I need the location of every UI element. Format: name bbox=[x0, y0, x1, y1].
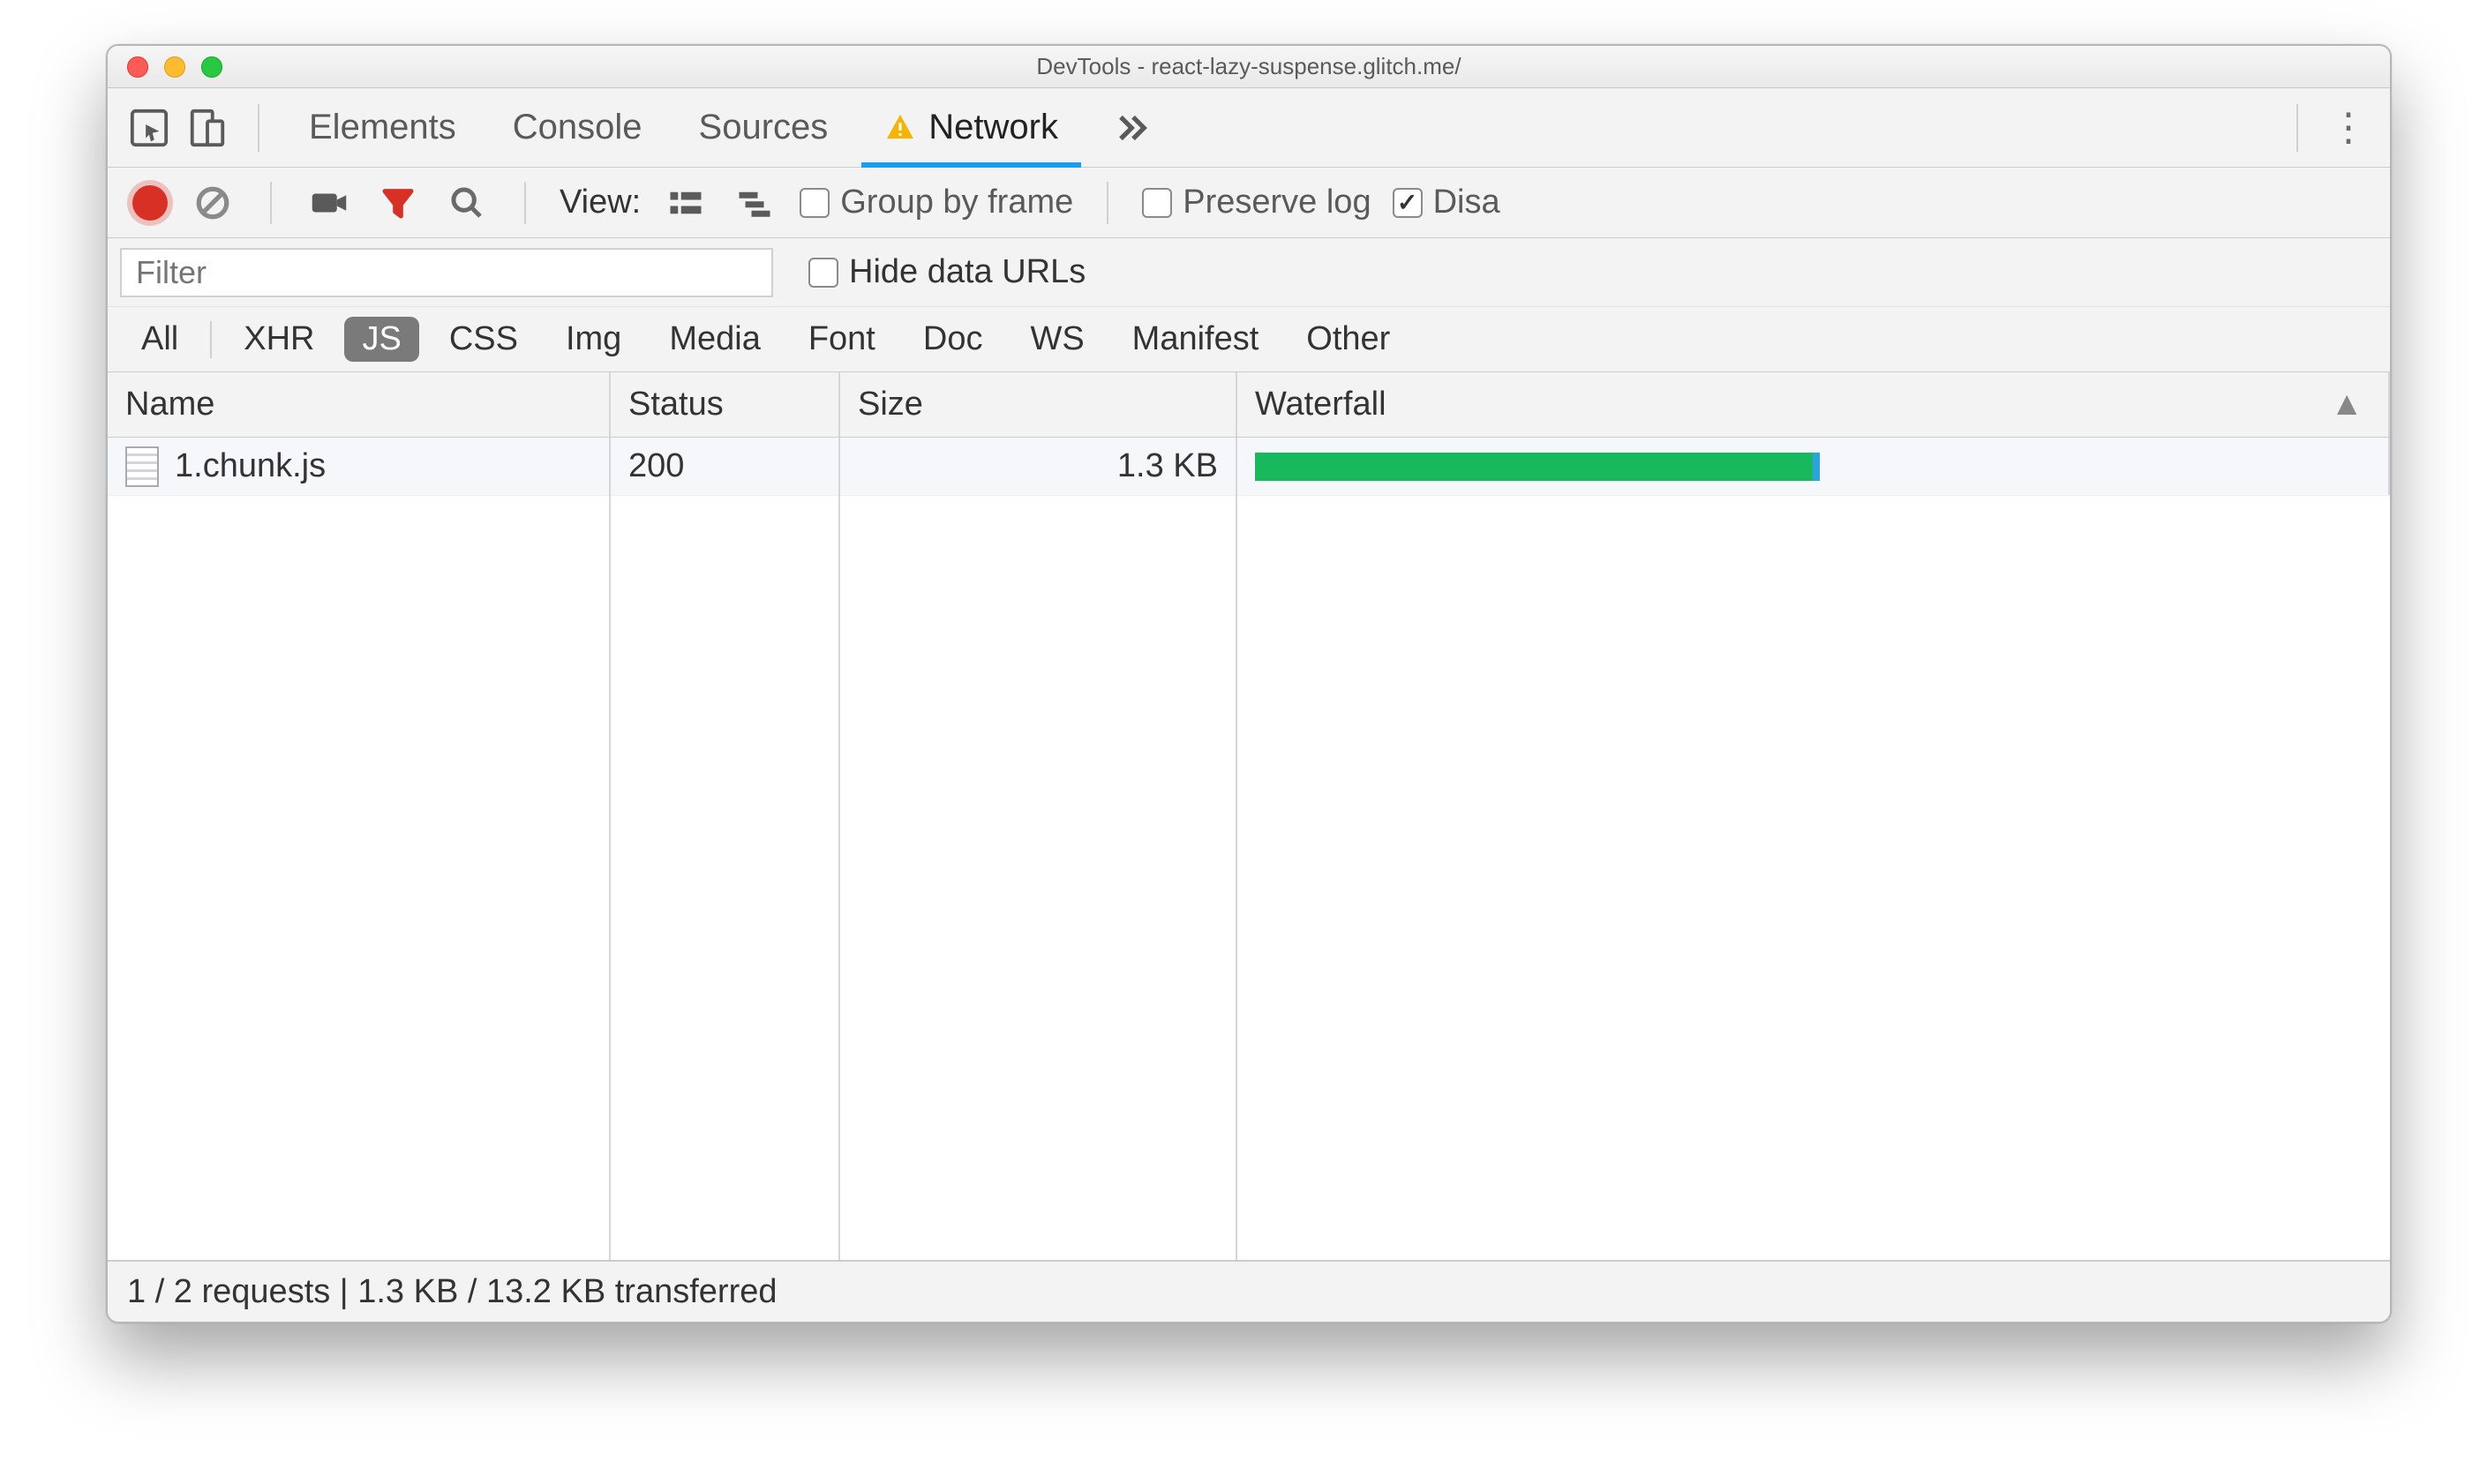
column-label: Size bbox=[858, 386, 923, 423]
group-by-frame-checkbox[interactable]: Group by frame bbox=[800, 184, 1073, 221]
checkbox-label: Hide data URLs bbox=[849, 253, 1086, 291]
large-rows-button[interactable] bbox=[662, 179, 710, 227]
type-filter-media[interactable]: Media bbox=[651, 317, 778, 362]
capture-screenshots-button[interactable] bbox=[305, 179, 353, 227]
search-button[interactable] bbox=[443, 179, 491, 227]
clear-button[interactable] bbox=[189, 179, 237, 227]
hide-data-urls-checkbox[interactable]: Hide data URLs bbox=[808, 253, 1086, 291]
separator bbox=[524, 182, 526, 224]
device-toggle-icon[interactable] bbox=[184, 104, 231, 152]
grid-lines bbox=[108, 438, 2390, 1260]
type-filter-css[interactable]: CSS bbox=[432, 317, 536, 362]
checkbox-label: Group by frame bbox=[840, 184, 1073, 221]
waterfall-bar bbox=[1255, 453, 1813, 481]
column-header-waterfall[interactable]: Waterfall ▲ bbox=[1237, 372, 2390, 437]
type-filter-row: All XHR JS CSS Img Media Font Doc WS Man… bbox=[108, 307, 2390, 372]
more-options-button[interactable]: ⋮ bbox=[2325, 104, 2372, 152]
column-label: Waterfall bbox=[1255, 386, 1386, 423]
cell-waterfall bbox=[1237, 438, 2390, 495]
tab-elements[interactable]: Elements bbox=[286, 88, 479, 167]
requests-table: Name Status Size Waterfall ▲ 1.chunk.js … bbox=[108, 372, 2390, 1260]
separator bbox=[1107, 182, 1108, 224]
chevron-double-right-icon bbox=[1115, 109, 1152, 146]
file-icon bbox=[125, 446, 159, 487]
tab-label: Sources bbox=[699, 108, 829, 147]
main-tabs-row: Elements Console Sources Network ⋮ bbox=[108, 88, 2390, 168]
funnel-icon bbox=[380, 185, 416, 221]
tabs-overflow-button[interactable] bbox=[1092, 88, 1175, 167]
tab-label: Elements bbox=[309, 108, 456, 147]
filter-toggle-button[interactable] bbox=[374, 179, 422, 227]
view-label: View: bbox=[560, 184, 641, 221]
type-filter-font[interactable]: Font bbox=[791, 317, 893, 362]
checkbox-label: Disa bbox=[1433, 184, 1500, 221]
type-filter-ws[interactable]: WS bbox=[1012, 317, 1101, 362]
column-label: Name bbox=[125, 386, 214, 423]
checkbox-icon bbox=[808, 258, 838, 288]
waterfall-overview-button[interactable] bbox=[731, 179, 778, 227]
column-header-name[interactable]: Name bbox=[108, 372, 611, 437]
waterfall-track bbox=[1255, 449, 2371, 484]
type-filter-js[interactable]: JS bbox=[344, 317, 418, 362]
checkbox-icon bbox=[1142, 188, 1172, 218]
tab-label: Network bbox=[928, 108, 1058, 147]
column-label: Status bbox=[628, 386, 724, 423]
table-header: Name Status Size Waterfall ▲ bbox=[108, 372, 2390, 438]
status-bar: 1 / 2 requests | 1.3 KB / 13.2 KB transf… bbox=[108, 1260, 2390, 1322]
filter-input[interactable] bbox=[120, 248, 773, 297]
table-body: 1.chunk.js 200 1.3 KB bbox=[108, 438, 2390, 1260]
checkbox-icon bbox=[800, 188, 830, 218]
tab-network[interactable]: Network bbox=[861, 88, 1081, 167]
type-filter-manifest[interactable]: Manifest bbox=[1115, 317, 1277, 362]
camera-icon bbox=[311, 188, 348, 218]
file-name: 1.chunk.js bbox=[175, 447, 326, 485]
sort-asc-icon: ▲ bbox=[2330, 386, 2363, 423]
status-value: 200 bbox=[628, 447, 684, 485]
type-filter-other[interactable]: Other bbox=[1289, 317, 1408, 362]
type-filter-img[interactable]: Img bbox=[548, 317, 639, 362]
table-row[interactable]: 1.chunk.js 200 1.3 KB bbox=[108, 438, 2390, 496]
waterfall-icon bbox=[736, 188, 773, 218]
inspect-element-icon[interactable] bbox=[125, 104, 173, 152]
separator bbox=[210, 321, 212, 358]
window-title: DevTools - react-lazy-suspense.glitch.me… bbox=[108, 53, 2390, 80]
separator bbox=[270, 182, 272, 224]
tab-label: Console bbox=[513, 108, 642, 147]
clear-icon bbox=[194, 184, 231, 221]
warning-icon bbox=[884, 112, 916, 144]
type-filter-all[interactable]: All bbox=[124, 317, 196, 362]
cell-name: 1.chunk.js bbox=[108, 438, 611, 495]
record-button[interactable] bbox=[132, 185, 168, 221]
status-text: 1 / 2 requests | 1.3 KB / 13.2 KB transf… bbox=[127, 1273, 778, 1311]
cell-status: 200 bbox=[611, 438, 840, 495]
checkbox-icon bbox=[1393, 188, 1423, 218]
filter-row: Hide data URLs bbox=[108, 238, 2390, 307]
checkbox-label: Preserve log bbox=[1183, 184, 1371, 221]
list-icon bbox=[667, 188, 704, 218]
type-filter-doc[interactable]: Doc bbox=[905, 317, 1001, 362]
preserve-log-checkbox[interactable]: Preserve log bbox=[1142, 184, 1371, 221]
tab-sources[interactable]: Sources bbox=[676, 88, 852, 167]
tab-console[interactable]: Console bbox=[490, 88, 665, 167]
type-filter-xhr[interactable]: XHR bbox=[226, 317, 332, 362]
devtools-window: DevTools - react-lazy-suspense.glitch.me… bbox=[106, 44, 2392, 1323]
network-toolbar: View: Group by frame Preserve log Disa bbox=[108, 168, 2390, 238]
disable-cache-checkbox[interactable]: Disa bbox=[1393, 184, 1500, 221]
size-value: 1.3 KB bbox=[1117, 447, 1218, 485]
search-icon bbox=[449, 185, 485, 221]
titlebar: DevTools - react-lazy-suspense.glitch.me… bbox=[108, 46, 2390, 88]
column-header-status[interactable]: Status bbox=[611, 372, 840, 437]
separator bbox=[258, 104, 259, 152]
separator bbox=[2296, 104, 2298, 152]
column-header-size[interactable]: Size bbox=[840, 372, 1237, 437]
cell-size: 1.3 KB bbox=[840, 438, 1237, 495]
kebab-icon: ⋮ bbox=[2329, 105, 2368, 150]
